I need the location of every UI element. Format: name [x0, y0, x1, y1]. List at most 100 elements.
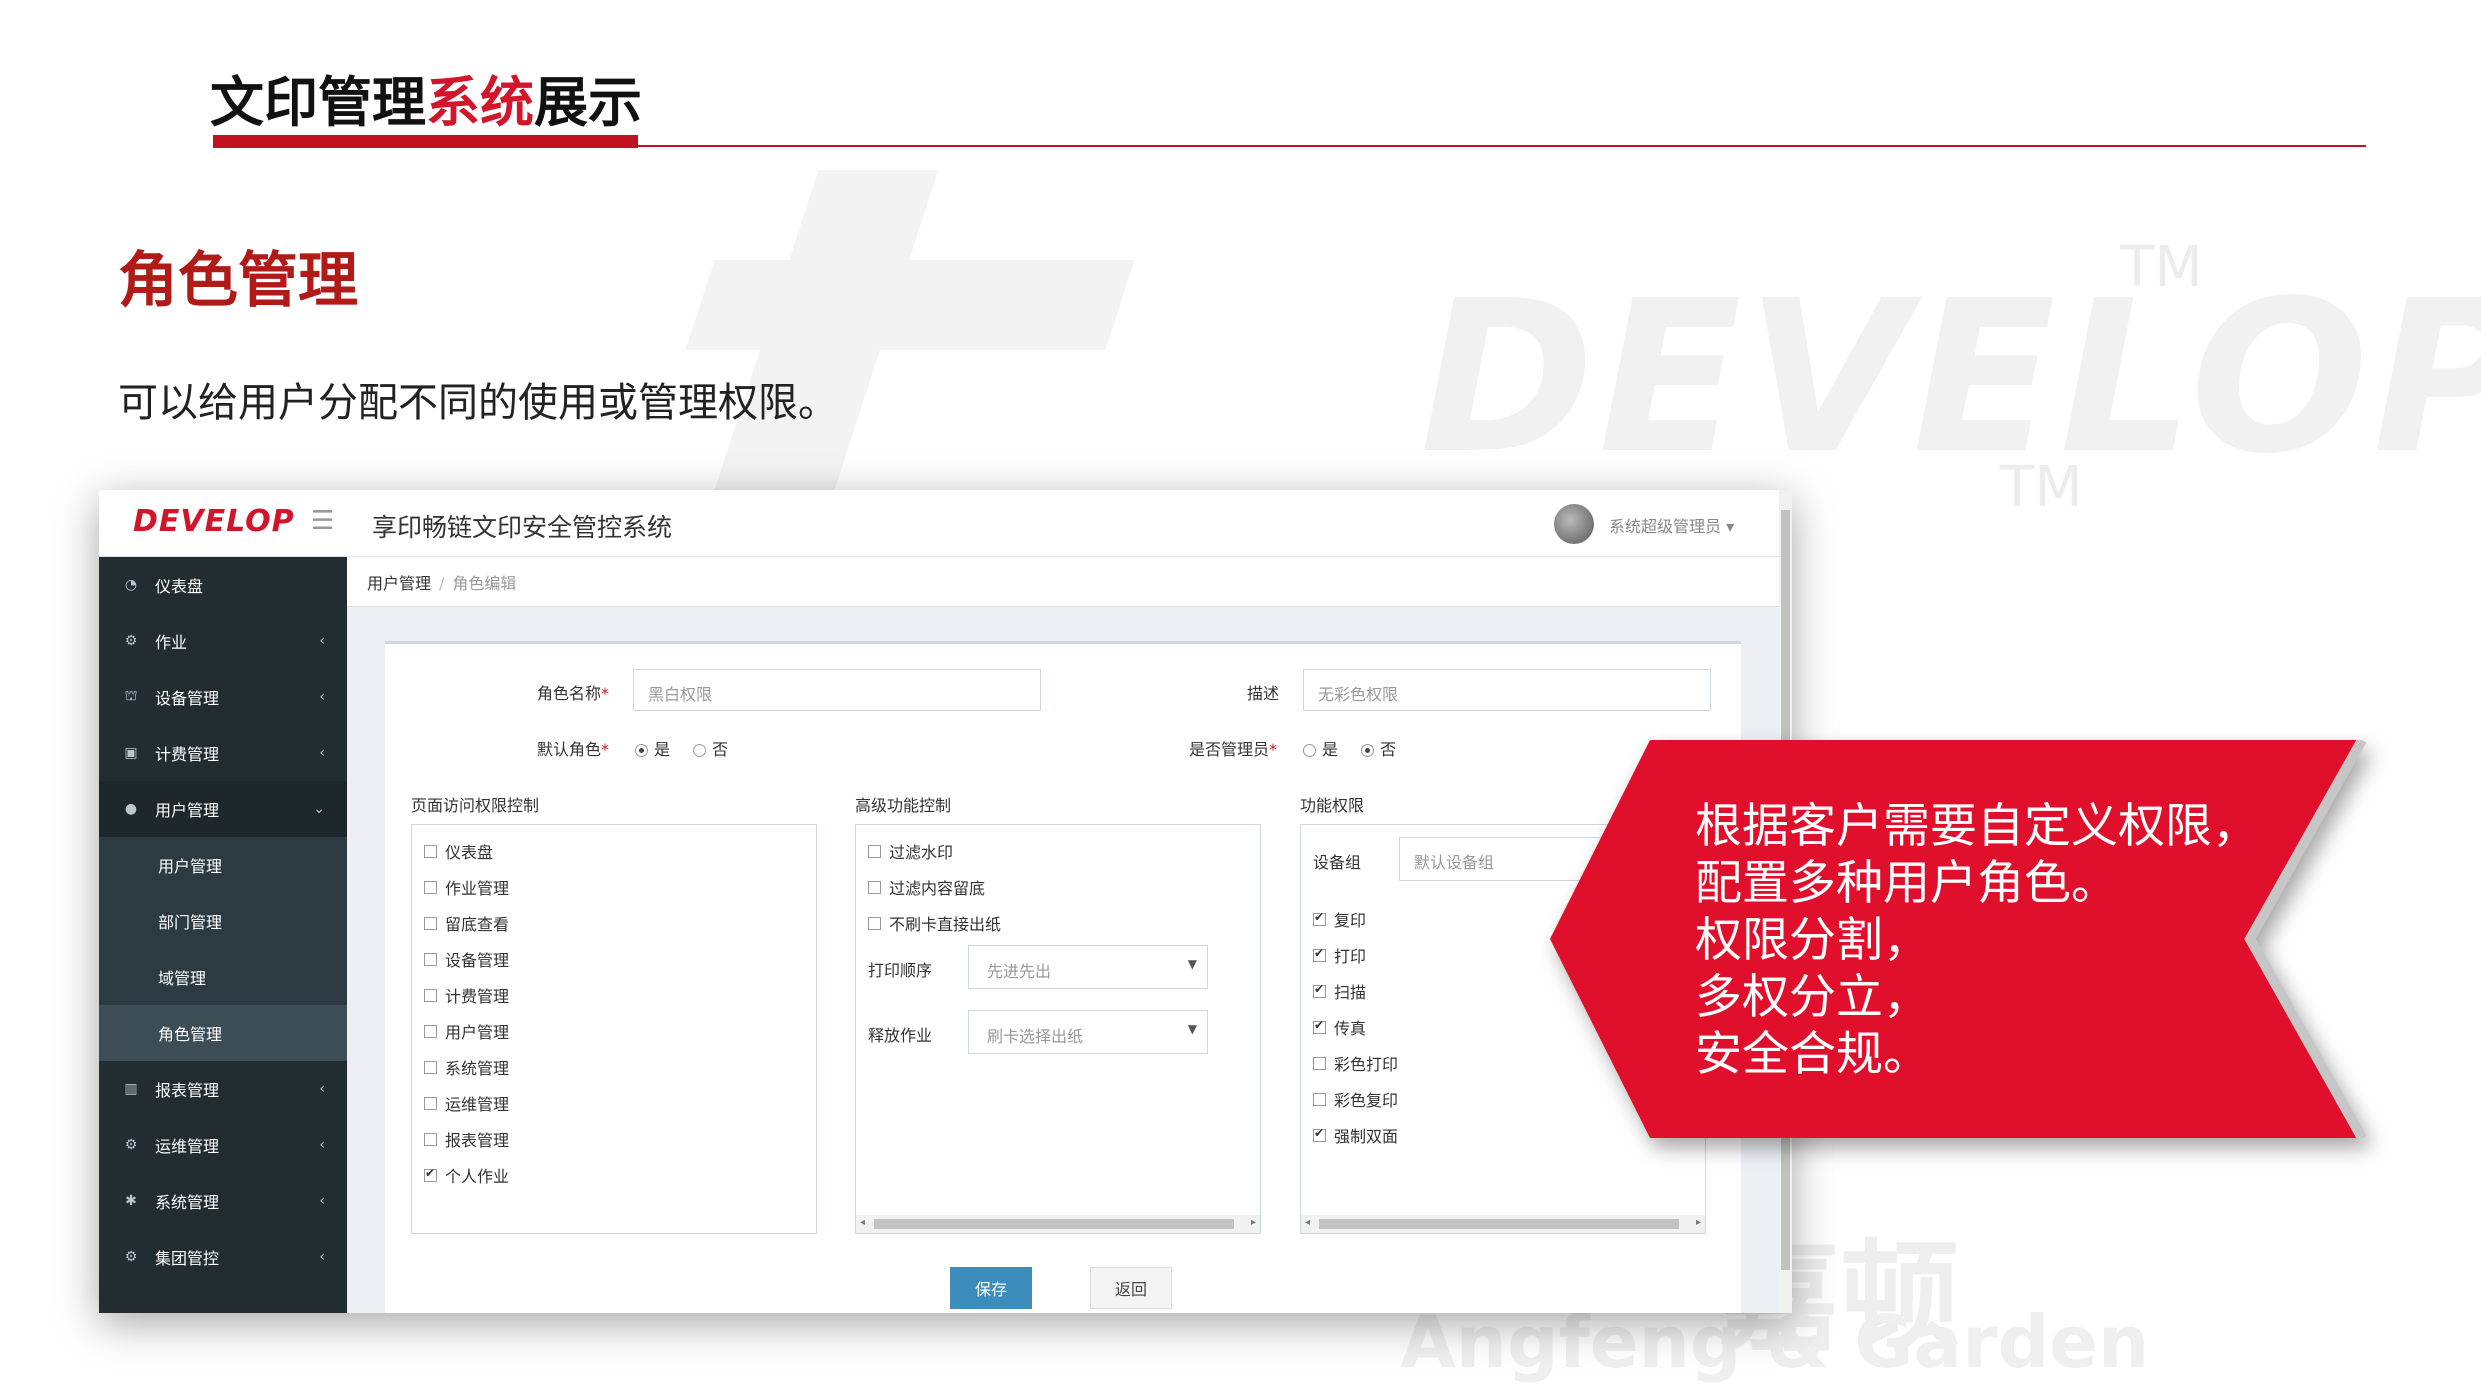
description-input[interactable]: 无彩色权限: [1303, 669, 1711, 711]
checkbox-icon: [424, 1096, 437, 1110]
checkbox-icon: [424, 844, 437, 858]
checkbox-label: 用户管理: [445, 1023, 510, 1042]
callout-line: 配置多种用户角色。: [1695, 856, 2118, 911]
sidebar-item-dashboard[interactable]: ◔ 仪表盘: [99, 557, 347, 613]
sidebar-item-label: 运维管理: [155, 1137, 220, 1156]
checkbox-label: 打印: [1334, 947, 1367, 966]
checkbox-label: 计费管理: [445, 987, 510, 1006]
checkbox-item[interactable]: 用户管理: [412, 1013, 816, 1049]
sidebar-item-label: 作业: [155, 633, 188, 652]
checkbox-item[interactable]: 留底查看: [412, 905, 816, 941]
gears-icon: ⚙: [124, 633, 138, 649]
checkbox-icon: [424, 916, 437, 930]
checkbox-icon: [868, 916, 881, 930]
checkbox-checked-icon: [1313, 982, 1326, 998]
gears-icon: ⚙: [124, 1249, 138, 1265]
checkbox-label: 复印: [1334, 911, 1367, 930]
sidebar-subitem-users[interactable]: 用户管理: [99, 837, 347, 893]
checkbox-label: 过滤内容留底: [889, 879, 986, 898]
checkbox-icon: [424, 988, 437, 1002]
chevron-left-icon: ‹: [319, 1081, 325, 1097]
breadcrumb: 用户管理 / 角色编辑: [347, 557, 1779, 607]
checkbox-checked-icon: [424, 1166, 437, 1182]
select-value: 刷卡选择出纸: [987, 1027, 1084, 1046]
sidebar-item-ops[interactable]: ⚙ 运维管理 ‹: [99, 1117, 347, 1173]
checkbox-item[interactable]: 系统管理: [412, 1049, 816, 1085]
checkbox-checked-icon: [1313, 1018, 1326, 1034]
checkbox-item[interactable]: 仪表盘: [412, 833, 816, 869]
advanced-panel: 过滤水印 过滤内容留底 不刷卡直接出纸 打印顺序 先进先出 ▼ 释放作业 刷卡选择…: [855, 824, 1261, 1234]
chevron-left-icon: ‹: [319, 1137, 325, 1153]
menu-toggle-icon[interactable]: ☰: [311, 506, 334, 536]
breadcrumb-parent[interactable]: 用户管理: [367, 574, 431, 593]
checkbox-checked-icon: [1313, 910, 1326, 926]
checkbox-checked-icon: [1313, 1126, 1326, 1142]
app-screenshot: DEVELOP ☰ 享印畅链文印安全管控系统 系统超级管理员 ▾ ◔ 仪表盘 ⚙ 作…: [99, 490, 1792, 1313]
role-name-input[interactable]: 黑白权限: [633, 669, 1041, 711]
sidebar-subitem-domains[interactable]: 域管理: [99, 949, 347, 1005]
sidebar-subitem-roles[interactable]: 角色管理: [99, 1005, 347, 1061]
checkbox-item[interactable]: 个人作业: [412, 1157, 816, 1193]
checkbox-icon: [424, 1132, 437, 1146]
default-role-label-text: 默认角色: [537, 740, 602, 759]
scrollbar-thumb[interactable]: [874, 1219, 1234, 1229]
caret-down-icon: ▾: [1726, 517, 1735, 536]
callout-line: 安全合规。: [1695, 1027, 1930, 1082]
radio-icon: [693, 744, 707, 757]
horizontal-scrollbar[interactable]: ◂ ▸: [1301, 1215, 1705, 1233]
callout-text: 根据客户需要自定义权限， 配置多种用户角色。 权限分割， 多权分立， 安全合规。: [1695, 798, 2259, 1083]
sidebar-item-system[interactable]: ✱ 系统管理 ‹: [99, 1173, 347, 1229]
save-button[interactable]: 保存: [950, 1267, 1032, 1309]
slide-title: 文印管理系统展示: [210, 58, 642, 137]
checkbox-label: 作业管理: [445, 879, 510, 898]
checkbox-item[interactable]: 计费管理: [412, 977, 816, 1013]
title-underline-bar: [213, 135, 638, 148]
checkbox-item[interactable]: 过滤内容留底: [856, 869, 1260, 905]
is-admin-no[interactable]: 否: [1361, 740, 1396, 759]
default-role-yes[interactable]: 是: [635, 740, 670, 759]
sidebar-item-billing[interactable]: ▣ 计费管理 ‹: [99, 725, 347, 781]
checkbox-label: 运维管理: [445, 1095, 510, 1114]
checkbox-item[interactable]: 过滤水印: [856, 833, 1260, 869]
sidebar-item-label: 系统管理: [155, 1193, 220, 1212]
sidebar-item-devices[interactable]: ⛫ 设备管理 ‹: [99, 669, 347, 725]
checkbox-item[interactable]: 不刷卡直接出纸: [856, 905, 1260, 941]
user-name: 系统超级管理员: [1609, 517, 1722, 536]
checkbox-item[interactable]: 运维管理: [412, 1085, 816, 1121]
sidebar-item-group[interactable]: ⚙ 集团管控 ‹: [99, 1229, 347, 1285]
is-admin-yes[interactable]: 是: [1303, 740, 1338, 759]
chevron-left-icon: ‹: [319, 745, 325, 761]
checkbox-item[interactable]: 作业管理: [412, 869, 816, 905]
checkbox-label: 强制双面: [1334, 1127, 1399, 1146]
radio-checked-icon: [1361, 744, 1375, 757]
sidebar-item-users[interactable]: ● 用户管理 ⌄: [99, 781, 347, 837]
scrollbar-thumb[interactable]: [1319, 1219, 1679, 1229]
back-button[interactable]: 返回: [1090, 1267, 1172, 1309]
chevron-left-icon: ‹: [319, 1249, 325, 1265]
print-order-select[interactable]: 先进先出 ▼: [968, 945, 1208, 989]
default-role-radio-group: 是 否: [635, 736, 746, 760]
description-label: 描述: [1247, 684, 1280, 703]
sidebar-item-jobs[interactable]: ⚙ 作业 ‹: [99, 613, 347, 669]
user-menu[interactable]: 系统超级管理员 ▾: [1609, 513, 1734, 537]
checkbox-icon: [1313, 1056, 1326, 1070]
sitemap-icon: ⛫: [124, 688, 138, 704]
checkbox-label: 仪表盘: [445, 843, 494, 862]
callout-line: 根据客户需要自定义权限，: [1695, 799, 2259, 854]
release-job-select[interactable]: 刷卡选择出纸 ▼: [968, 1010, 1208, 1054]
default-role-no[interactable]: 否: [693, 740, 728, 759]
horizontal-scrollbar[interactable]: ◂ ▸: [856, 1215, 1260, 1233]
chevron-left-icon: ‹: [319, 633, 325, 649]
sidebar-item-reports[interactable]: ▥ 报表管理 ‹: [99, 1061, 347, 1117]
select-value: 先进先出: [987, 962, 1052, 981]
checkbox-item[interactable]: 设备管理: [412, 941, 816, 977]
sidebar-item-label: 仪表盘: [155, 577, 204, 596]
checkbox-item[interactable]: 报表管理: [412, 1121, 816, 1157]
brand-logo[interactable]: DEVELOP: [133, 504, 295, 539]
radio-label: 是: [1322, 740, 1339, 759]
checkbox-icon: [424, 1024, 437, 1038]
user-avatar[interactable]: [1554, 504, 1594, 544]
chevron-down-icon: ⌄: [313, 801, 325, 817]
checkbox-icon: [424, 952, 437, 966]
sidebar-subitem-departments[interactable]: 部门管理: [99, 893, 347, 949]
